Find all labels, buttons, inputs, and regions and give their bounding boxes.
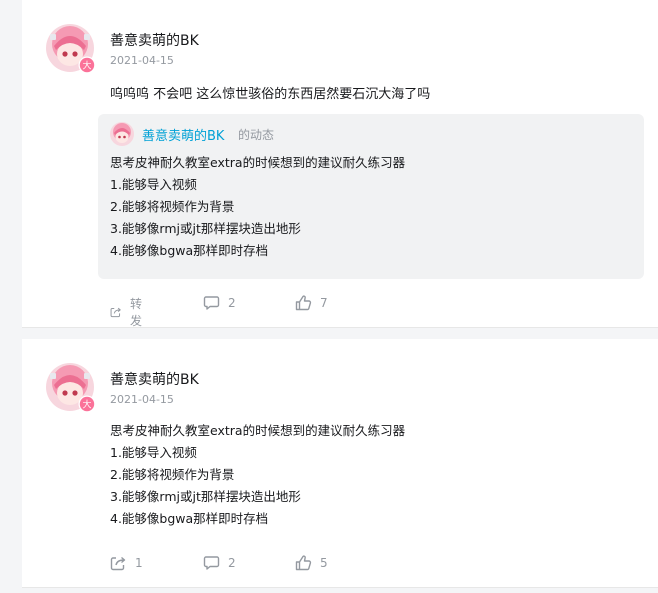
text-line: 3.能够像rmj或jt那样摆块造出地形 (110, 489, 301, 504)
text-line: 4.能够像bgwa那样即时存档 (110, 511, 269, 526)
svg-text:大: 大 (82, 60, 91, 72)
forward-label: 转发 (130, 297, 143, 328)
text-line: 4.能够像bgwa那样即时存档 (110, 243, 269, 258)
text-line: 思考皮神耐久教室extra的时候想到的建议耐久练习器 (110, 423, 406, 438)
dynamic-card: 大 善意卖萌的BK 2021-04-15 思考皮神耐久教室extra的时候想到的… (22, 339, 658, 588)
forward-icon (110, 556, 126, 571)
text-line: 思考皮神耐久教室extra的时候想到的建议耐久练习器 (110, 155, 406, 170)
comment-icon (203, 556, 220, 570)
comment-button[interactable]: 2 (203, 555, 236, 571)
comment-button[interactable]: 2 (203, 295, 236, 311)
avatar-image (110, 122, 134, 146)
post-text: 呜呜呜 不会吧 这么惊世骇俗的东西居然要石沉大海了吗 (110, 87, 431, 102)
forward-count: 1 (135, 556, 143, 570)
forward-button[interactable]: 转发 (110, 295, 147, 329)
like-icon (295, 555, 312, 571)
text-line: 1.能够导入视频 (110, 177, 197, 192)
post-date[interactable]: 2021-04-15 (110, 393, 174, 406)
vip-badge-icon: 大 (78, 56, 96, 74)
like-count: 5 (320, 556, 328, 570)
repost-block[interactable]: 善意卖萌的BK 的动态 思考皮神耐久教室extra的时候想到的建议耐久练习器 1… (98, 114, 644, 279)
like-count: 7 (320, 296, 328, 310)
dynamic-card: 大 善意卖萌的BK 2021-04-15 呜呜呜 不会吧 这么惊世骇俗的东西居然… (22, 0, 658, 328)
original-author-name[interactable]: 善意卖萌的BK (142, 125, 224, 144)
like-icon (295, 295, 312, 311)
username[interactable]: 善意卖萌的BK (110, 30, 199, 50)
text-line: 2.能够将视频作为背景 (110, 199, 235, 214)
post-date[interactable]: 2021-04-15 (110, 54, 174, 67)
avatar[interactable]: 大 (46, 363, 96, 413)
post-text: 思考皮神耐久教室extra的时候想到的建议耐久练习器 1.能够导入视频 2.能够… (110, 420, 405, 530)
forward-button[interactable]: 1 (110, 555, 143, 571)
text-line: 1.能够导入视频 (110, 445, 197, 460)
original-author-avatar[interactable] (110, 122, 134, 146)
username[interactable]: 善意卖萌的BK (110, 369, 199, 389)
like-button[interactable]: 7 (295, 295, 328, 311)
original-dynamic-label: 的动态 (238, 128, 275, 142)
original-post-text: 思考皮神耐久教室extra的时候想到的建议耐久练习器 1.能够导入视频 2.能够… (110, 152, 405, 262)
comment-count: 2 (228, 556, 236, 570)
forward-icon (110, 307, 121, 318)
svg-text:大: 大 (82, 399, 91, 411)
text-line: 2.能够将视频作为背景 (110, 467, 235, 482)
comment-count: 2 (228, 296, 236, 310)
like-button[interactable]: 5 (295, 555, 328, 571)
avatar[interactable]: 大 (46, 24, 96, 74)
text-line: 3.能够像rmj或jt那样摆块造出地形 (110, 221, 301, 236)
vip-badge-icon: 大 (78, 395, 96, 413)
comment-icon (203, 296, 220, 310)
